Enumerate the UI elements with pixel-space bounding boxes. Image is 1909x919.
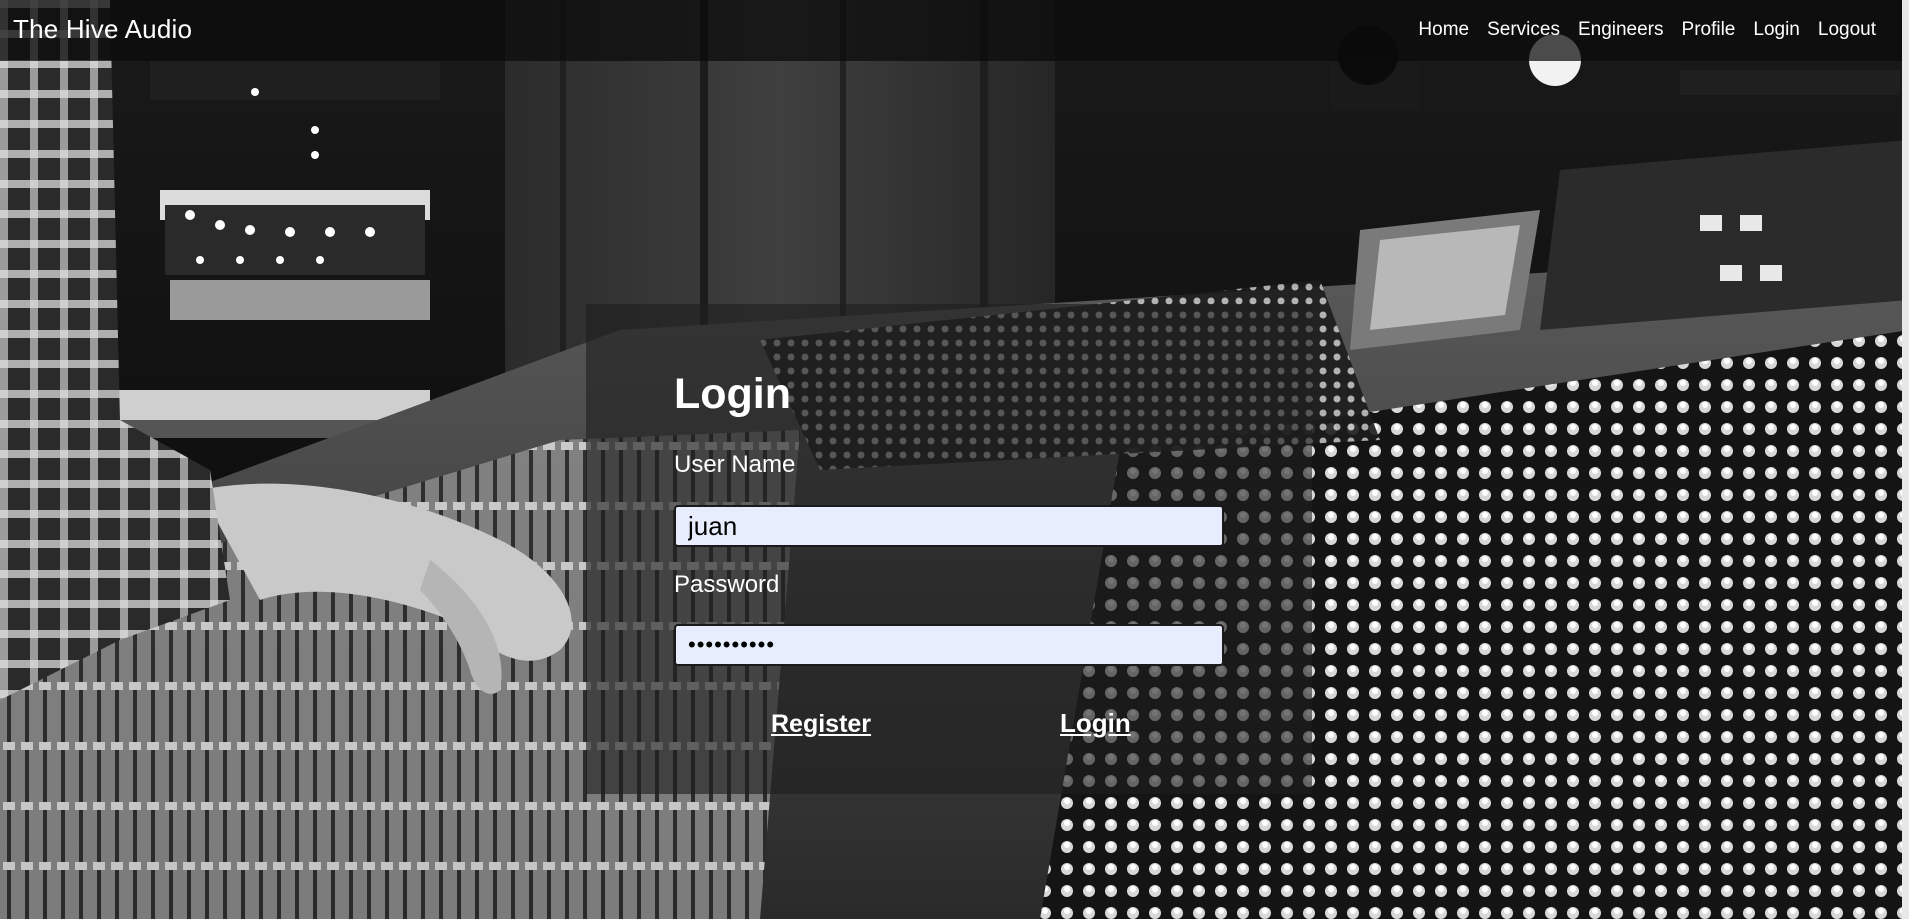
brand-logo[interactable]: The Hive Audio (13, 14, 192, 45)
login-submit-link[interactable]: Login (1060, 708, 1131, 739)
nav-link-logout[interactable]: Logout (1818, 19, 1876, 41)
nav-link-login[interactable]: Login (1753, 19, 1800, 41)
password-input[interactable] (674, 624, 1224, 666)
nav-link-services[interactable]: Services (1487, 19, 1560, 41)
username-label: User Name (674, 451, 796, 478)
username-input[interactable] (674, 505, 1224, 547)
scrollbar[interactable] (1902, 0, 1909, 919)
nav-links: Home Services Engineers Profile Login Lo… (1418, 19, 1876, 41)
nav-link-engineers[interactable]: Engineers (1578, 19, 1664, 41)
register-link[interactable]: Register (771, 710, 871, 739)
top-navbar: The Hive Audio Home Services Engineers P… (0, 0, 1902, 61)
login-panel: Login User Name Password Register Login (586, 304, 1312, 794)
nav-link-home[interactable]: Home (1418, 19, 1469, 41)
password-label: Password (674, 571, 780, 598)
nav-link-profile[interactable]: Profile (1682, 19, 1736, 41)
page: The Hive Audio Home Services Engineers P… (0, 0, 1909, 919)
login-title: Login (674, 370, 792, 418)
